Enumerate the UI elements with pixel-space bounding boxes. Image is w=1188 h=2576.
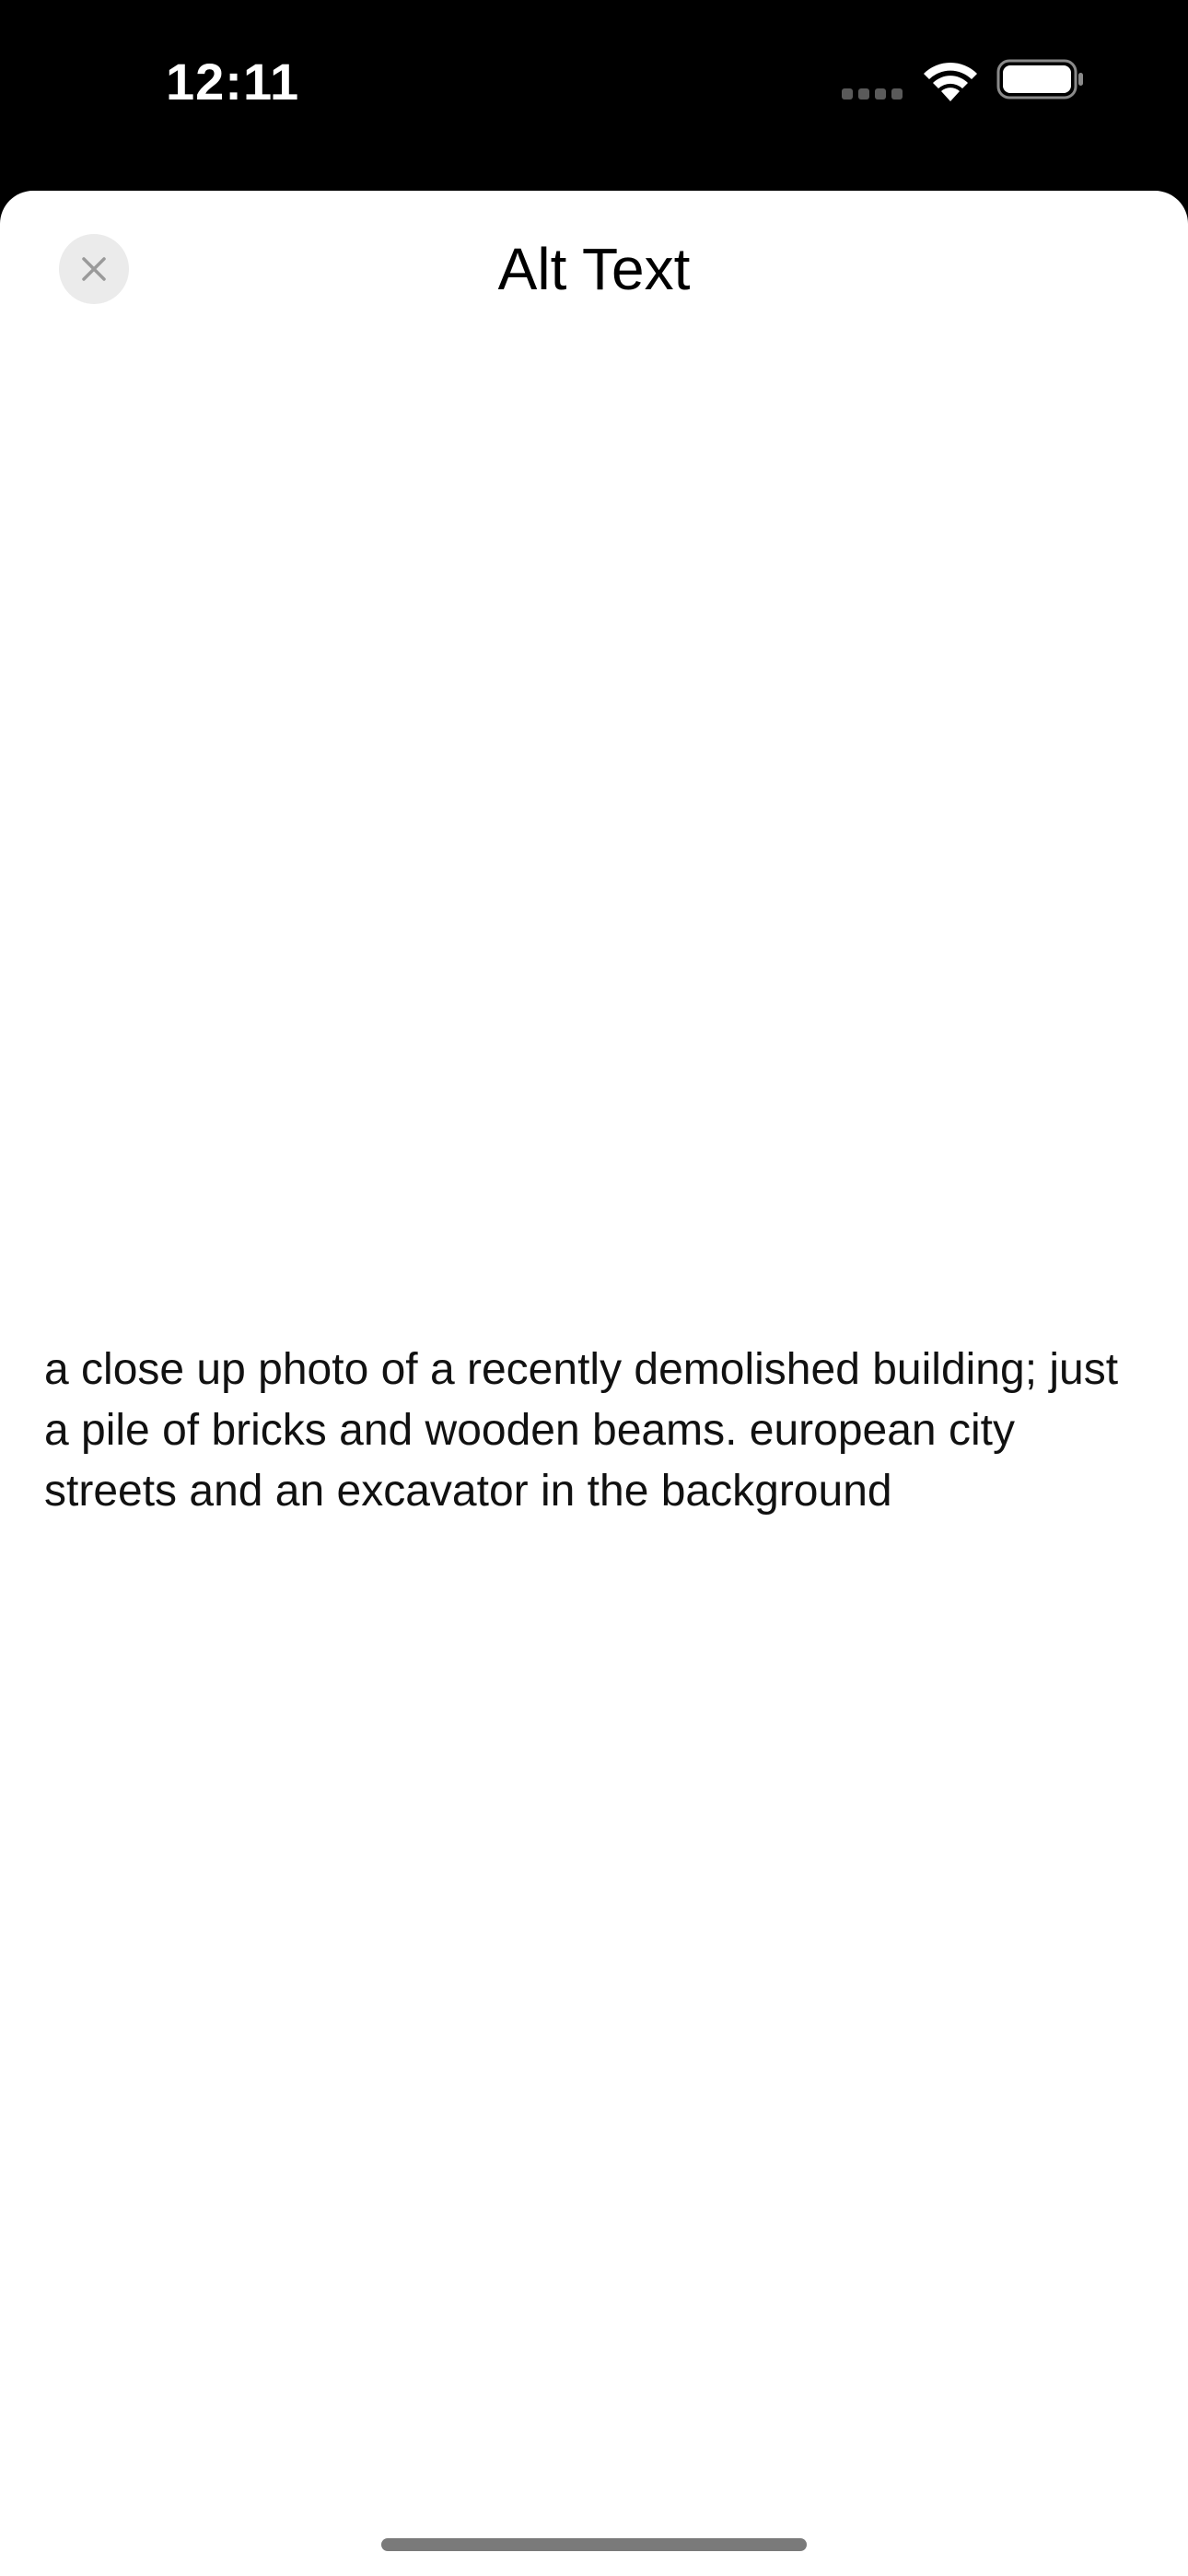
alt-text-description: a close up photo of a recently demolishe…: [44, 1345, 1119, 1516]
sheet-title: Alt Text: [497, 236, 691, 302]
status-time: 12:11: [166, 53, 300, 111]
screen: 12:11 Alt Text a close up photo of a rec…: [0, 0, 1188, 2576]
alt-text-sheet: Alt Text a close up photo of a recently …: [0, 191, 1188, 2576]
wifi-icon: [924, 62, 977, 101]
home-indicator[interactable]: [381, 2538, 807, 2551]
status-bar: 12:11: [0, 0, 1188, 184]
cellular-signal-icon: [842, 85, 906, 100]
battery-icon: [996, 59, 1083, 100]
